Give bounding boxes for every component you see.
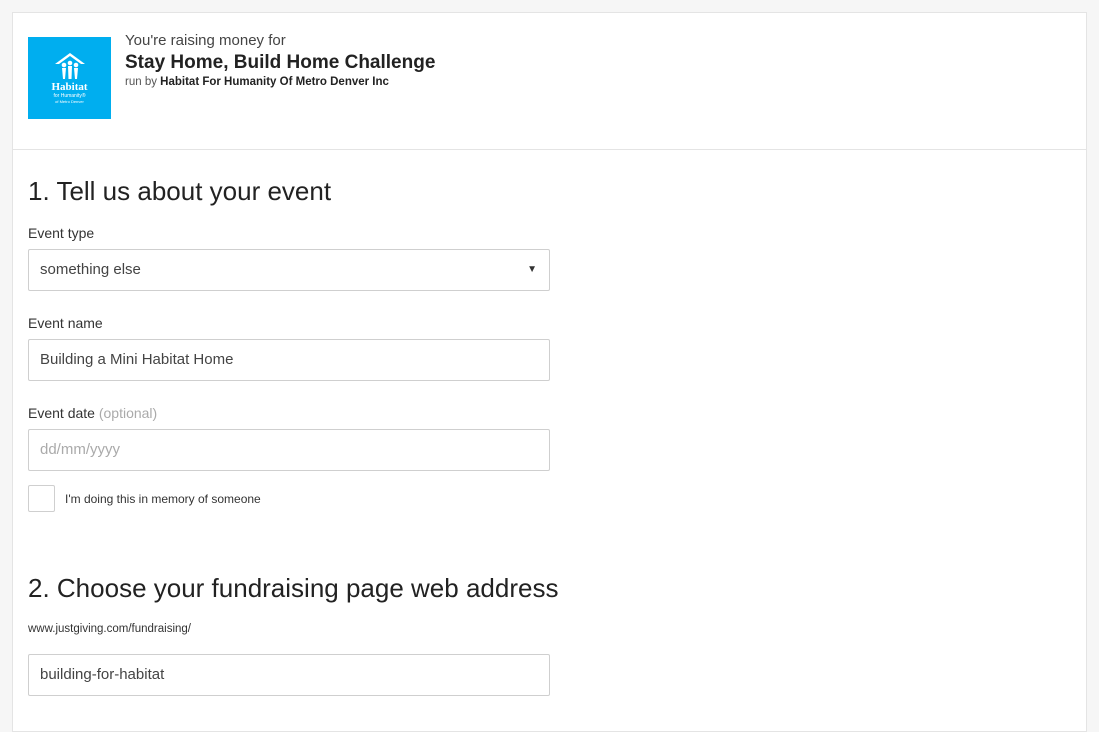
campaign-header: Habitat for Humanity® of Metro Denver Yo… — [13, 13, 1086, 150]
fundraising-form-card: Habitat for Humanity® of Metro Denver Yo… — [12, 12, 1087, 732]
url-prefix: www.justgiving.com/fundraising/ — [28, 623, 191, 635]
page-url-input[interactable]: building-for-habitat — [28, 654, 550, 696]
section-1-title: 1. Tell us about your event — [28, 176, 332, 206]
habitat-house-icon — [54, 53, 85, 79]
in-memory-checkbox-label[interactable]: I'm doing this in memory of someone — [65, 492, 261, 506]
event-date-input[interactable]: dd/mm/yyyy — [28, 429, 550, 471]
campaign-name: Stay Home, Build Home Challenge — [125, 52, 436, 73]
event-type-label: Event type — [28, 225, 95, 241]
charity-logo: Habitat for Humanity® of Metro Denver — [28, 37, 111, 119]
charity-name: Habitat For Humanity Of Metro Denver Inc — [160, 76, 389, 88]
run-by-prefix: run by — [125, 76, 157, 88]
in-memory-checkbox[interactable] — [28, 485, 55, 512]
dropdown-arrow-icon: ▼ — [527, 264, 537, 275]
section-2-title: 2. Choose your fundraising page web addr… — [28, 573, 559, 603]
event-date-label: Event date (optional) — [28, 405, 157, 421]
event-type-value: something else — [40, 261, 141, 278]
optional-note: (optional) — [98, 405, 158, 421]
run-by-line: run by Habitat For Humanity Of Metro Den… — [125, 75, 435, 90]
event-type-select[interactable]: something else ▼ — [28, 249, 550, 291]
event-name-input[interactable]: Building a Mini Habitat Home — [28, 339, 550, 381]
logo-line-1: Habitat — [51, 81, 88, 93]
event-date-label-text: Event date — [28, 405, 95, 421]
raising-text: You're raising money for — [125, 32, 286, 49]
campaign-info: You're raising money for Stay Home, Buil… — [125, 32, 435, 90]
logo-line-3: of Metro Denver — [55, 99, 84, 104]
event-name-label: Event name — [28, 315, 103, 331]
